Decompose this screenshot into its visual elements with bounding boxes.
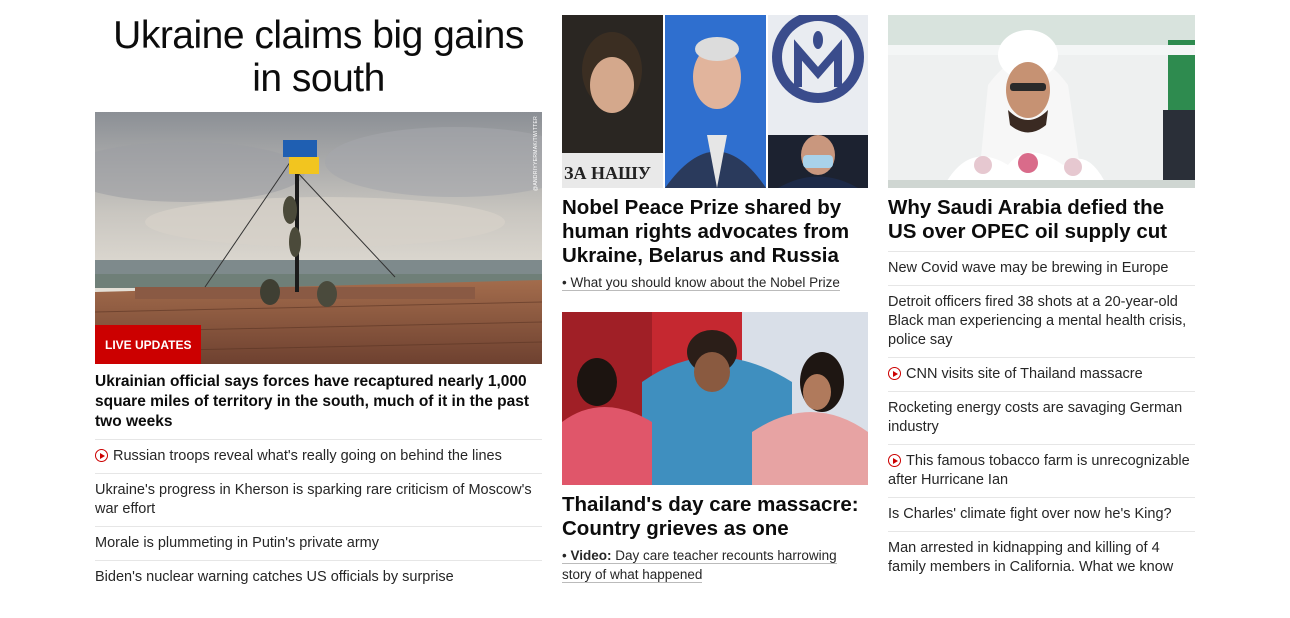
thailand-photo[interactable] [562, 312, 868, 485]
play-video-icon [888, 367, 901, 380]
thailand-sub-item[interactable]: • Video: Day care teacher recounts harro… [562, 546, 868, 584]
memorial-logo-image [768, 15, 868, 188]
hero-headline[interactable]: Ukraine claims big gains in south [95, 14, 542, 100]
list-item[interactable]: This famous tobacco farm is unrecognizab… [888, 444, 1195, 497]
saudi-minister-photo[interactable] [888, 15, 1195, 188]
saudi-minister-image [888, 15, 1195, 188]
middle-story-column: ЗА НАШУ Nobel Peace Prize shared by huma… [562, 0, 868, 584]
nobel-laureate-photo-2 [665, 15, 766, 188]
list-item[interactable]: Russian troops reveal what's really goin… [95, 439, 542, 473]
list-item[interactable]: Biden's nuclear warning catches US offic… [95, 560, 542, 594]
saudi-headline-link[interactable]: Why Saudi Arabia defied the US over OPEC… [888, 196, 1195, 244]
list-item[interactable]: Morale is plummeting in Putin's private … [95, 526, 542, 560]
list-item[interactable]: Detroit officers fired 38 shots at a 20-… [888, 285, 1195, 357]
live-updates-badge[interactable]: LIVE UPDATES [95, 325, 202, 364]
list-item[interactable]: CNN visits site of Thailand massacre [888, 357, 1195, 391]
nobel-sub-item[interactable]: • What you should know about the Nobel P… [562, 273, 868, 292]
play-video-icon [95, 449, 108, 462]
nobel-laureate-photo-3 [768, 15, 868, 188]
mourners-image [562, 312, 868, 485]
sign-text: ЗА НАШУ [564, 163, 651, 183]
right-story-column: Why Saudi Arabia defied the US over OPEC… [888, 0, 1195, 584]
list-item[interactable]: Is Charles' climate fight over now he's … [888, 497, 1195, 531]
nobel-laureate-photo-1: ЗА НАШУ [562, 15, 663, 188]
ukraine-flag-photo[interactable]: @ANDRIYYERMAK/TWITTER LIVE UPDATES [95, 112, 542, 364]
video-label: Video: [570, 548, 612, 563]
person-image [665, 15, 766, 188]
lead-story-link[interactable]: Ukrainian official says forces have reca… [95, 372, 542, 432]
photo-credit: @ANDRIYYERMAK/TWITTER [533, 116, 539, 191]
thailand-headline-link[interactable]: Thailand's day care massacre: Country gr… [562, 493, 868, 541]
list-item[interactable]: Man arrested in kidnapping and killing o… [888, 531, 1195, 584]
list-item[interactable]: New Covid wave may be brewing in Europe [888, 251, 1195, 285]
nobel-headline-link[interactable]: Nobel Peace Prize shared by human rights… [562, 196, 868, 268]
list-item[interactable]: Ukraine's progress in Kherson is sparkin… [95, 473, 542, 526]
play-video-icon [888, 454, 901, 467]
ukraine-story-column: Ukraine claims big gains in south @ANDRI… [95, 0, 542, 594]
list-item[interactable]: Rocketing energy costs are savaging Germ… [888, 391, 1195, 444]
nobel-photo[interactable]: ЗА НАШУ [562, 15, 868, 188]
